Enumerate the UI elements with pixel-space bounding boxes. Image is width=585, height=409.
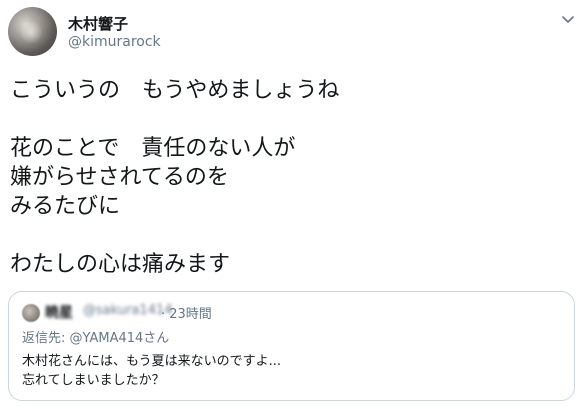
reply-mention[interactable]: @YAMA414さん xyxy=(70,331,170,346)
quoted-handle[interactable]: @sakura1414 xyxy=(83,303,173,318)
quoted-display-name[interactable]: 暁星 xyxy=(45,302,73,322)
avatar[interactable] xyxy=(8,7,57,56)
quoted-tweet[interactable]: 暁星 @sakura1414 · 23時間 返信先: @YAMA414さん 木村… xyxy=(8,291,575,401)
reply-context: 返信先: @YAMA414さん xyxy=(22,327,169,346)
quoted-text: 木村花さんには、もう夏は来ないのですよ... 忘れてしまいましたか？ xyxy=(22,354,282,388)
quoted-timestamp[interactable]: · 23時間 xyxy=(161,303,212,322)
quoted-avatar[interactable] xyxy=(22,304,40,322)
chevron-down-icon[interactable] xyxy=(559,10,577,28)
tweet-text: こういうの もうやめましょうね 花のことで 責任のない人が 嫌がらせされてるのを… xyxy=(10,78,340,277)
author-handle[interactable]: @kimurarock xyxy=(68,34,161,50)
reply-label: 返信先: xyxy=(22,331,66,346)
author-display-name[interactable]: 木村響子 xyxy=(68,13,128,34)
